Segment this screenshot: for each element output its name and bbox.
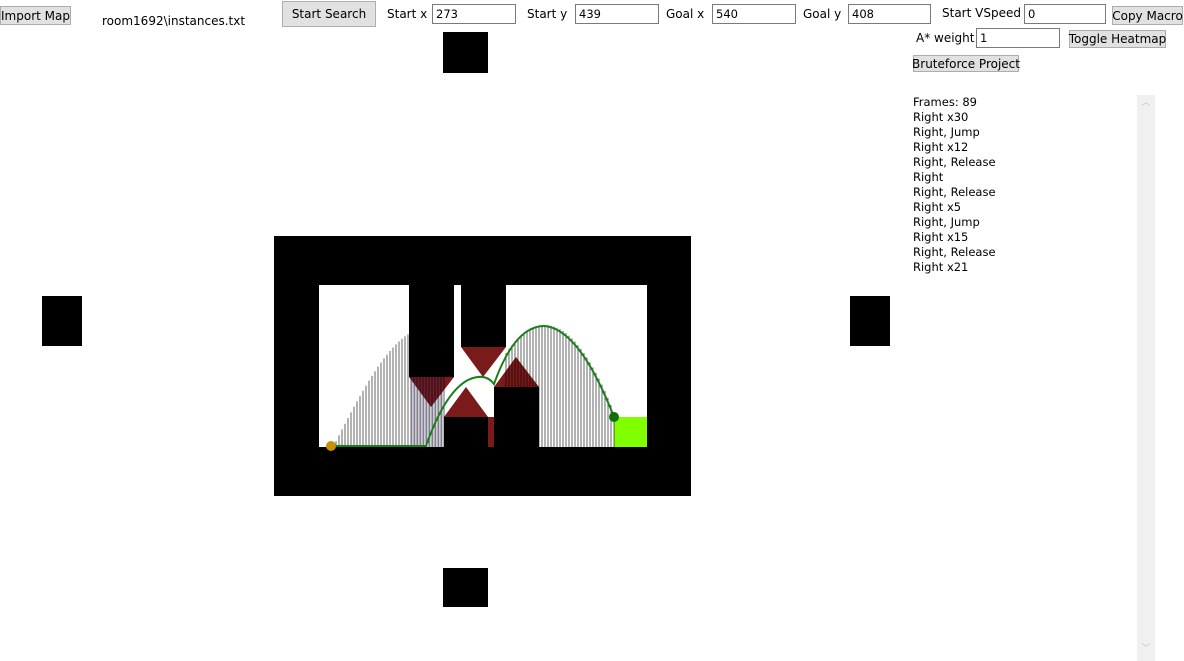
macro-line: Right [913,170,944,184]
goal-block [614,417,647,447]
spike [488,417,494,447]
bruteforce-project-button[interactable]: Bruteforce Project [912,55,1020,72]
wall-block [409,285,454,377]
start-vspeed-label: Start VSpeed [942,6,1021,20]
macro-line: Right, Release [913,245,996,259]
wall-block [494,387,539,447]
outer-block [443,568,488,607]
macro-line: Right x21 [913,260,969,274]
macro-line: Right, Jump [913,125,980,139]
start-vspeed-input[interactable] [1024,4,1106,24]
macro-line: Right, Jump [913,215,980,229]
start-marker [326,441,336,451]
goal-marker [609,412,619,422]
macro-line: Right x5 [913,200,962,214]
outer-block [443,32,488,73]
macro-line: Right x12 [913,140,969,154]
outer-block [850,296,890,346]
wall-block [461,285,506,347]
macro-line: Right x30 [913,110,969,124]
macro-line: Frames: 89 [913,95,977,109]
map-canvas[interactable] [0,0,905,661]
chevron-up-icon[interactable]: ︿ [1137,95,1155,111]
macro-line: Right, Release [913,155,996,169]
astar-weight-input[interactable] [976,28,1060,48]
astar-weight-label: A* weight [916,31,975,45]
macro-line: Right x15 [913,230,969,244]
chevron-down-icon[interactable]: ﹀ [1137,641,1155,657]
macro-output-list: Frames: 89 Right x30 Right, Jump Right x… [913,95,1133,275]
copy-macro-button[interactable]: Copy Macro [1112,6,1183,25]
macro-scrollbar[interactable]: ︿ ﹀ [1137,95,1155,661]
wall-block [444,417,488,447]
toggle-heatmap-button[interactable]: Toggle Heatmap [1069,30,1166,48]
macro-line: Right, Release [913,185,996,199]
outer-block [42,296,82,346]
